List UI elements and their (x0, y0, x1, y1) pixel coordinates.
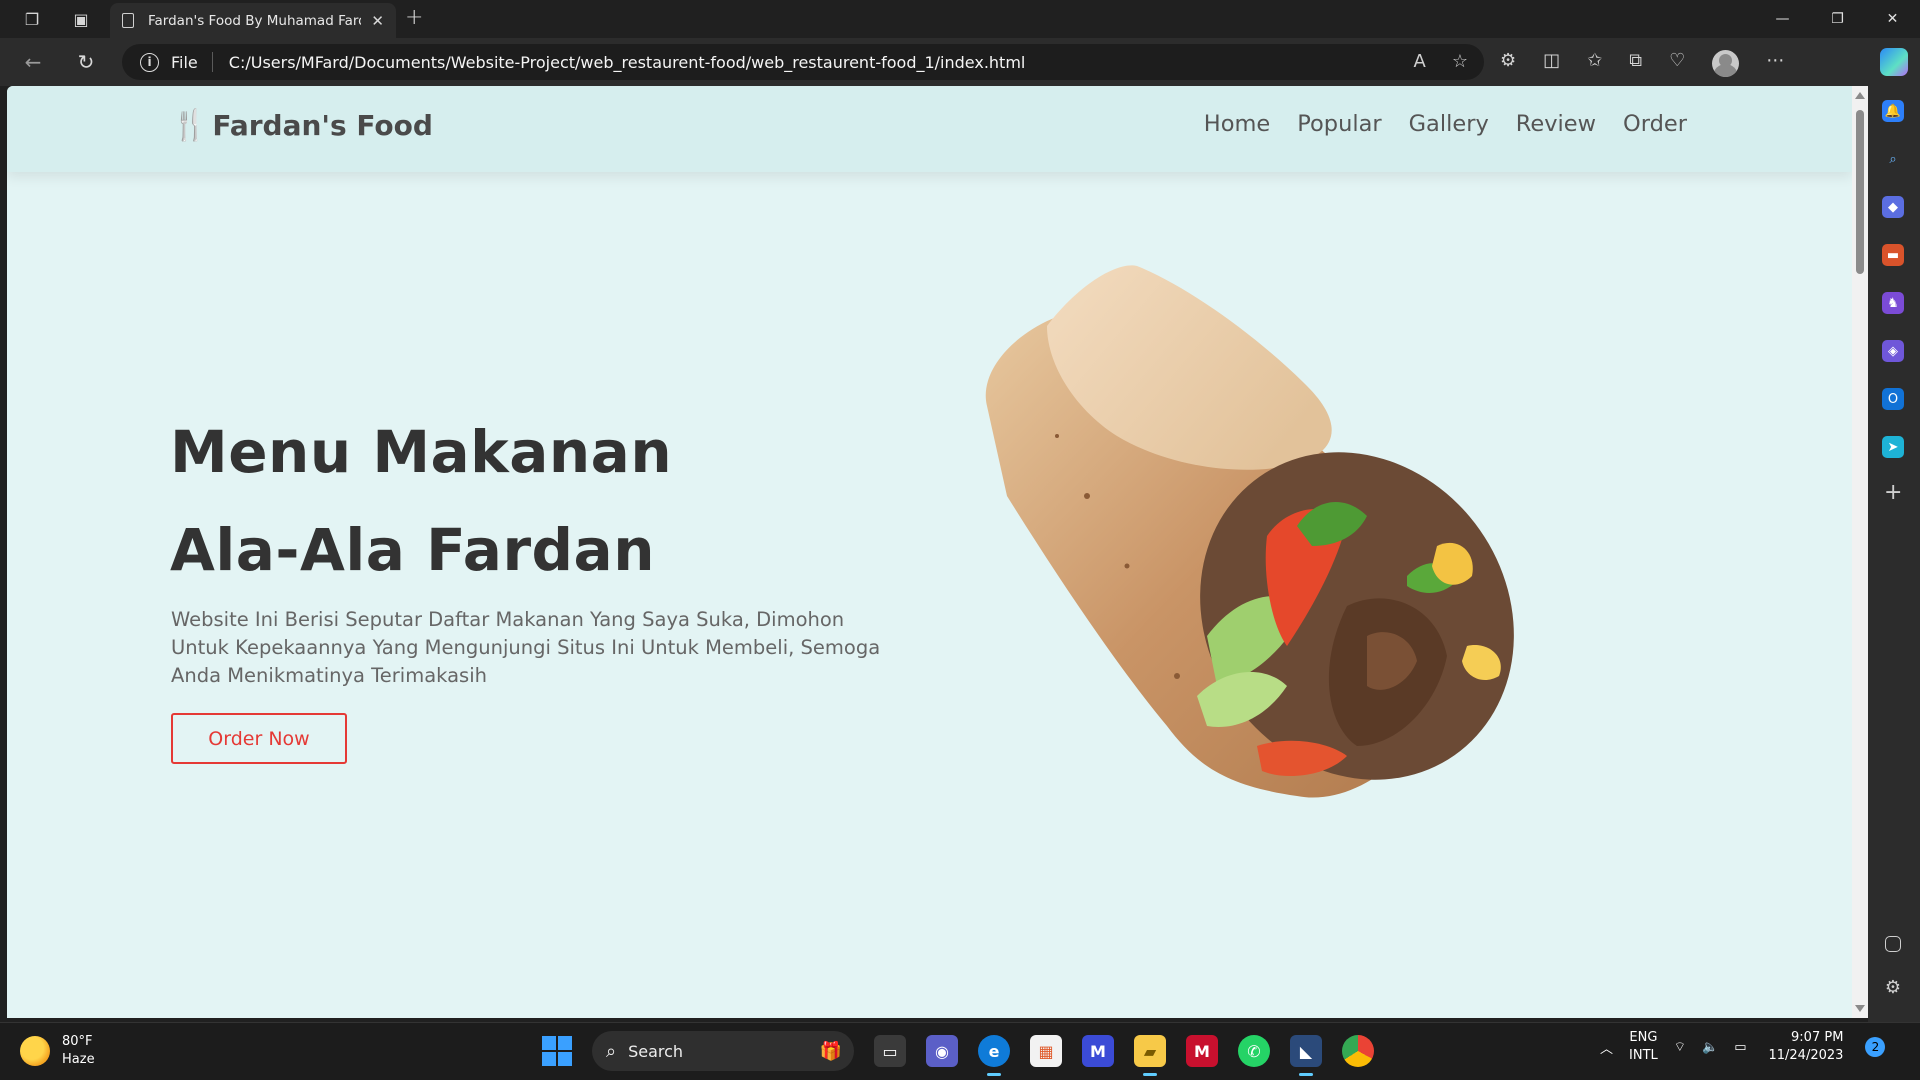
weather-temperature: 80°F (62, 1034, 93, 1049)
mcafee-icon[interactable]: M (1186, 1035, 1218, 1067)
nav-home[interactable]: Home (1204, 111, 1270, 137)
tools-toolbox-icon[interactable]: ▬ (1882, 244, 1904, 266)
address-toolbar: ← ↻ i File C:/Users/MFard/Documents/Webs… (0, 38, 1920, 86)
minimize-button[interactable]: — (1755, 0, 1810, 38)
scroll-thumb[interactable] (1856, 110, 1864, 274)
edge-sidebar: 🔔 ⌕ ◆ ▬ ♞ ◈ O ➤ + ⚙ (1868, 86, 1920, 1022)
restore-button[interactable]: ❐ (1810, 0, 1865, 38)
vertical-tabs-icon[interactable]: ▣ (67, 5, 95, 33)
weather-widget[interactable]: 80°F Haze (20, 1033, 95, 1069)
window-controls: — ❐ ✕ (1755, 0, 1920, 38)
address-bar[interactable]: i File C:/Users/MFard/Documents/Website-… (122, 44, 1484, 80)
site-header: 🍴 Fardan's Food Home Popular Gallery Rev… (7, 86, 1852, 172)
nav-order[interactable]: Order (1623, 111, 1687, 137)
hero-description: Website Ini Berisi Seputar Daftar Makana… (171, 608, 881, 687)
task-view-icon[interactable]: ▭ (874, 1035, 906, 1067)
browser-tab-bar: ❐ ▣ Fardan's Food By Muhamad Fardan ✕ + … (0, 0, 1920, 38)
windows-start-icon[interactable] (542, 1036, 572, 1066)
page-scrollbar[interactable] (1852, 86, 1868, 1018)
nav-popular[interactable]: Popular (1297, 111, 1381, 137)
order-now-button[interactable]: Order Now (171, 713, 347, 764)
taskbar-apps: ⌕ Search 🎁 ▭ ◉ e ▦ M ▰ M ✆ ◣ (542, 1031, 1374, 1076)
keyboard-layout: INTL (1629, 1048, 1658, 1063)
visual-studio-icon[interactable]: ◣ (1290, 1035, 1322, 1076)
weather-sun-icon (20, 1036, 50, 1066)
show-hidden-icons-chevron-icon[interactable]: ︿ (1600, 1038, 1613, 1057)
language-code: ENG (1629, 1030, 1658, 1045)
search-highlight-icon: 🎁 (819, 1040, 842, 1062)
language-indicator[interactable]: ENG INTL (1629, 1029, 1658, 1065)
url-scheme: File (171, 52, 198, 72)
tab-title: Fardan's Food By Muhamad Fardan (148, 12, 362, 29)
system-tray: ︿ ENG INTL ⌔ 🔈 ▭ 9:07 PM 11/24/2023 2 (1600, 1029, 1886, 1065)
page-viewport: 🍴 Fardan's Food Home Popular Gallery Rev… (7, 86, 1852, 1018)
windows-taskbar: 80°F Haze ⌕ Search 🎁 ▭ ◉ e ▦ M ▰ M ✆ ◣ ︿… (0, 1022, 1920, 1080)
close-window-button[interactable]: ✕ (1865, 0, 1920, 38)
file-explorer-icon[interactable]: ▰ (1134, 1035, 1166, 1076)
outlook-icon[interactable]: O (1882, 388, 1904, 410)
volume-icon[interactable]: 🔈 (1702, 1040, 1718, 1055)
nav-gallery[interactable]: Gallery (1409, 111, 1489, 137)
drop-send-icon[interactable]: ➤ (1882, 436, 1904, 458)
site-info-icon[interactable]: i (140, 52, 159, 72)
url-divider (211, 52, 213, 72)
teams-chat-icon[interactable]: ◉ (926, 1035, 958, 1067)
games-icon[interactable]: ♞ (1882, 292, 1904, 314)
address-bar-actions: A ☆ (1414, 51, 1468, 72)
collections-icon[interactable]: ⧉ (1629, 50, 1642, 77)
browser-essentials-icon[interactable]: ♡ (1669, 50, 1685, 77)
hero-title-line-1: Menu Makanan (170, 418, 673, 486)
notification-badge[interactable]: 2 (1865, 1037, 1886, 1057)
logo-text: Fardan's Food (212, 109, 433, 142)
whatsapp-icon[interactable]: ✆ (1238, 1035, 1270, 1067)
read-aloud-icon[interactable]: A (1414, 51, 1426, 72)
shopping-tag-icon[interactable]: ◆ (1882, 196, 1904, 218)
url-text[interactable]: C:/Users/MFard/Documents/Website-Project… (229, 53, 1026, 72)
search-icon: ⌕ (606, 1040, 617, 1062)
battery-icon[interactable]: ▭ (1734, 1040, 1746, 1055)
site-logo[interactable]: 🍴 Fardan's Food (171, 108, 433, 143)
split-screen-icon[interactable]: ◫ (1543, 50, 1560, 77)
add-sidebar-app-icon[interactable]: + (1884, 480, 1902, 505)
edge-browser-icon[interactable]: e (978, 1035, 1010, 1076)
browser-toolbar-icons: ⚙ ◫ ✩ ⧉ ♡ ⋯ (1500, 50, 1784, 77)
chrome-icon[interactable] (1342, 1035, 1374, 1067)
taskbar-search[interactable]: ⌕ Search 🎁 (592, 1031, 854, 1071)
copilot-icon[interactable] (1880, 48, 1908, 76)
sidebar-settings-gear-icon[interactable]: ⚙ (1882, 976, 1904, 998)
document-icon (122, 13, 134, 28)
microsoft-365-icon[interactable]: ◈ (1882, 340, 1904, 362)
notification-bell-icon[interactable]: 🔔 (1882, 100, 1904, 122)
microsoft-store-icon[interactable]: ▦ (1030, 1035, 1062, 1067)
scroll-down-arrow-icon[interactable] (1855, 1005, 1865, 1012)
clock[interactable]: 9:07 PM 11/24/2023 (1768, 1029, 1843, 1065)
favorites-icon[interactable]: ✩ (1587, 50, 1602, 77)
site-nav: Home Popular Gallery Review Order (1204, 111, 1687, 137)
cutlery-icon: 🍴 (171, 108, 209, 143)
profile-avatar[interactable] (1712, 50, 1740, 77)
hide-sidebar-icon[interactable] (1885, 936, 1901, 952)
settings-more-icon[interactable]: ⋯ (1766, 50, 1784, 77)
extensions-icon[interactable]: ⚙ (1500, 50, 1516, 77)
wifi-icon[interactable]: ⌔ (1674, 1039, 1686, 1055)
scroll-up-arrow-icon[interactable] (1855, 92, 1865, 99)
tab-active[interactable]: Fardan's Food By Muhamad Fardan ✕ (110, 3, 396, 38)
close-tab-icon[interactable]: ✕ (371, 12, 384, 30)
clock-time: 9:07 PM (1791, 1030, 1844, 1045)
nav-review[interactable]: Review (1516, 111, 1596, 137)
search-label: Search (628, 1041, 684, 1061)
workspaces-icon[interactable]: ❐ (18, 5, 46, 33)
back-button[interactable]: ← (19, 48, 47, 76)
weather-condition: Haze (62, 1052, 95, 1067)
new-tab-button[interactable]: + (405, 5, 423, 30)
refresh-button[interactable]: ↻ (72, 48, 100, 76)
favorite-star-icon[interactable]: ☆ (1452, 51, 1468, 72)
clock-date: 11/24/2023 (1768, 1048, 1844, 1063)
shawarma-image (985, 265, 1514, 798)
vs-code-style-app-icon[interactable]: M (1082, 1035, 1114, 1067)
search-icon[interactable]: ⌕ (1882, 148, 1904, 170)
hero-title-line-2: Ala-Ala Fardan (170, 516, 655, 584)
